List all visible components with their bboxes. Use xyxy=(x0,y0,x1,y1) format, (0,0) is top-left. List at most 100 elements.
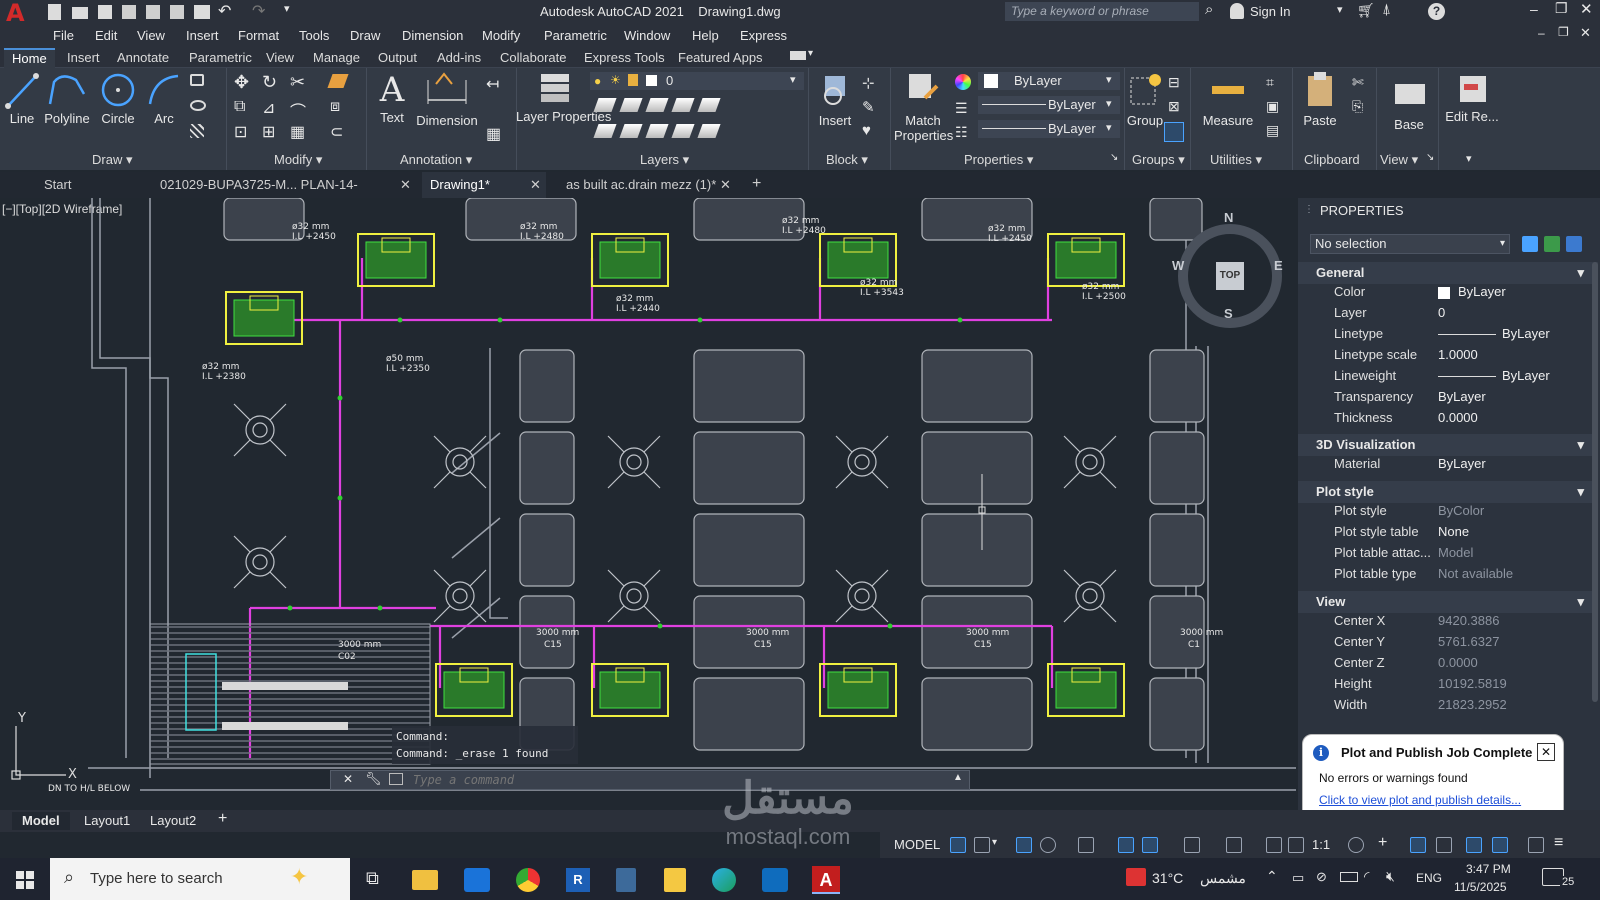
web-mobile-icon[interactable] xyxy=(146,5,160,19)
restore-doc-icon[interactable]: ❐ xyxy=(1558,25,1569,39)
grid-icon[interactable] xyxy=(950,837,966,853)
minimize-doc-icon[interactable]: – xyxy=(1538,26,1545,40)
offset-icon[interactable]: ▦ xyxy=(290,122,305,142)
compass-north[interactable]: N xyxy=(1224,210,1233,225)
color-dropdown[interactable]: ByLayer ▾ xyxy=(978,72,1120,90)
tab-parametric[interactable]: Parametric xyxy=(189,50,252,65)
create-block-icon[interactable]: ⊹ xyxy=(862,74,875,92)
prop-row-plot-table-attached[interactable]: Plot table attac... Model xyxy=(1316,545,1586,566)
move-icon[interactable]: ✥ xyxy=(234,72,249,93)
lineweight-dropdown[interactable]: ByLayer ▾ xyxy=(978,96,1120,114)
annotation-group-label[interactable]: Annotation ▾ xyxy=(400,152,472,168)
units-icon[interactable] xyxy=(1410,837,1426,853)
trim-icon[interactable]: ✂ xyxy=(290,72,305,93)
clipboard-group-label[interactable]: Clipboard xyxy=(1304,152,1360,167)
prop-row-plot-style[interactable]: Plot style ByColor xyxy=(1316,503,1586,524)
layout-tab-layout2[interactable]: Layout2 xyxy=(150,813,196,828)
prop-row-transparency[interactable]: Transparency ByLayer xyxy=(1316,389,1586,410)
publish-status-icon[interactable] xyxy=(1492,837,1508,853)
group-edit-icon[interactable]: ⊠ xyxy=(1168,98,1180,115)
prop-row-thickness[interactable]: Thickness 0.0000 xyxy=(1316,410,1586,431)
selection-dropdown[interactable]: No selection ▾ xyxy=(1310,234,1510,254)
text-tool-button[interactable]: A Text xyxy=(372,70,412,134)
tab-express-tools[interactable]: Express Tools xyxy=(584,50,665,65)
save-web-icon[interactable] xyxy=(170,5,184,19)
object-snap-tracking-icon[interactable] xyxy=(1118,837,1134,853)
menu-edit[interactable]: Edit xyxy=(95,28,117,43)
fillet-icon[interactable]: ⌒ xyxy=(290,98,306,122)
annotation-visibility-icon[interactable] xyxy=(1266,837,1282,853)
outlook-new-icon[interactable] xyxy=(762,868,788,892)
menu-insert[interactable]: Insert xyxy=(186,28,219,43)
close-window-icon[interactable]: ✕ xyxy=(1580,0,1593,18)
layer-isolate-icon[interactable] xyxy=(645,98,669,112)
groups-group-label[interactable]: Groups ▾ xyxy=(1132,152,1185,168)
task-view-icon[interactable]: ⧉ xyxy=(366,868,379,889)
layer-lock-tool-icon[interactable] xyxy=(619,124,643,138)
arc-tool-button[interactable]: Arc xyxy=(144,70,184,126)
save-as-icon[interactable] xyxy=(122,5,136,19)
tab-view[interactable]: View xyxy=(266,50,294,65)
edit-block-icon[interactable]: ✎ xyxy=(862,98,875,116)
tray-device-icon[interactable]: ▭ xyxy=(1292,870,1304,886)
toggle-pickadd-icon[interactable] xyxy=(1522,236,1538,252)
palette-scrollbar[interactable] xyxy=(1592,262,1598,702)
group-select-icon[interactable] xyxy=(1164,122,1184,142)
block-group-label[interactable]: Block ▾ xyxy=(826,152,868,168)
erase-icon[interactable] xyxy=(327,74,349,88)
menu-window[interactable]: Window xyxy=(624,28,670,43)
menu-modify[interactable]: Modify xyxy=(482,28,520,43)
annotation-monitor-icon[interactable]: + xyxy=(1378,834,1387,852)
ribbon-minimize-icon[interactable] xyxy=(790,51,806,60)
plot-status-icon[interactable] xyxy=(1466,837,1482,853)
new-file-icon[interactable] xyxy=(48,4,61,20)
mirror-icon[interactable]: ⊿ xyxy=(262,98,275,118)
polyline-tool-button[interactable]: Polyline xyxy=(42,70,92,126)
paste-button[interactable]: Paste xyxy=(1296,70,1344,140)
color-wheel-icon[interactable] xyxy=(955,74,971,90)
palette-grip-icon[interactable]: ⋮ xyxy=(1304,204,1314,215)
edit-reference-button[interactable]: Edit Re... xyxy=(1442,70,1502,140)
menu-view[interactable]: View xyxy=(137,28,165,43)
ortho-icon[interactable] xyxy=(1016,837,1032,853)
menu-express[interactable]: Express xyxy=(740,28,787,43)
lineweight-display-icon[interactable] xyxy=(1184,837,1200,853)
leader-icon[interactable]: ↤ xyxy=(486,74,499,94)
group-button[interactable]: Group xyxy=(1126,70,1164,140)
prop-row-center-z[interactable]: Center Z 0.0000 xyxy=(1316,655,1586,676)
drawing-canvas[interactable]: [−][Top][2D Wireframe] Y X ø32 mm I.L +2… xyxy=(0,198,1296,810)
add-layout-icon[interactable]: + xyxy=(218,810,227,828)
help-icon[interactable]: ? xyxy=(1428,3,1445,20)
linetype-dropdown[interactable]: ByLayer ▾ xyxy=(978,120,1120,138)
prop-row-width[interactable]: Width 21823.2952 xyxy=(1316,697,1586,718)
sign-in-link[interactable]: Sign In xyxy=(1250,4,1290,19)
tab-insert[interactable]: Insert xyxy=(67,50,100,65)
search-icon[interactable]: ⌕ xyxy=(1205,1,1213,18)
doc-tab-start[interactable]: Start xyxy=(22,172,146,198)
autocad-taskbar-icon[interactable]: A xyxy=(812,866,840,894)
menu-tools[interactable]: Tools xyxy=(299,28,329,43)
copy-icon[interactable]: ⧉ xyxy=(234,98,245,116)
command-prompt-icon[interactable] xyxy=(389,773,403,785)
connect-icon[interactable]: ⍋ xyxy=(1382,1,1391,18)
prop-row-layer[interactable]: Layer 0 xyxy=(1316,305,1586,326)
qat-dropdown-icon[interactable]: ▾ xyxy=(284,2,290,15)
clean-screen-icon[interactable] xyxy=(1528,837,1544,853)
restore-icon[interactable]: ❐ xyxy=(1555,0,1568,17)
prop-row-linetype[interactable]: Linetype ByLayer xyxy=(1316,326,1586,347)
edit-reference-dropdown-icon[interactable]: ▾ xyxy=(1466,152,1472,165)
view-launcher-icon[interactable]: ↘ xyxy=(1426,152,1434,163)
notification-count[interactable]: 25 xyxy=(1560,876,1577,888)
isodraft-icon[interactable] xyxy=(1078,837,1094,853)
tray-chevron-icon[interactable]: ⌃ xyxy=(1266,868,1278,885)
prop-row-color[interactable]: Color ByLayer xyxy=(1316,284,1586,305)
line-tool-button[interactable]: Line xyxy=(2,70,42,126)
rotate-icon[interactable]: ↻ xyxy=(262,72,277,93)
tab-manage[interactable]: Manage xyxy=(313,50,360,65)
command-customize-icon[interactable]: 🔧︎ xyxy=(365,771,382,787)
redo-icon[interactable]: ↷ xyxy=(252,1,265,21)
close-doc-icon[interactable]: ✕ xyxy=(1580,25,1591,41)
autocad-logo-icon[interactable]: A xyxy=(6,1,25,25)
section-general[interactable]: General ▾ xyxy=(1298,262,1598,284)
section-view[interactable]: View ▾ xyxy=(1298,591,1598,613)
